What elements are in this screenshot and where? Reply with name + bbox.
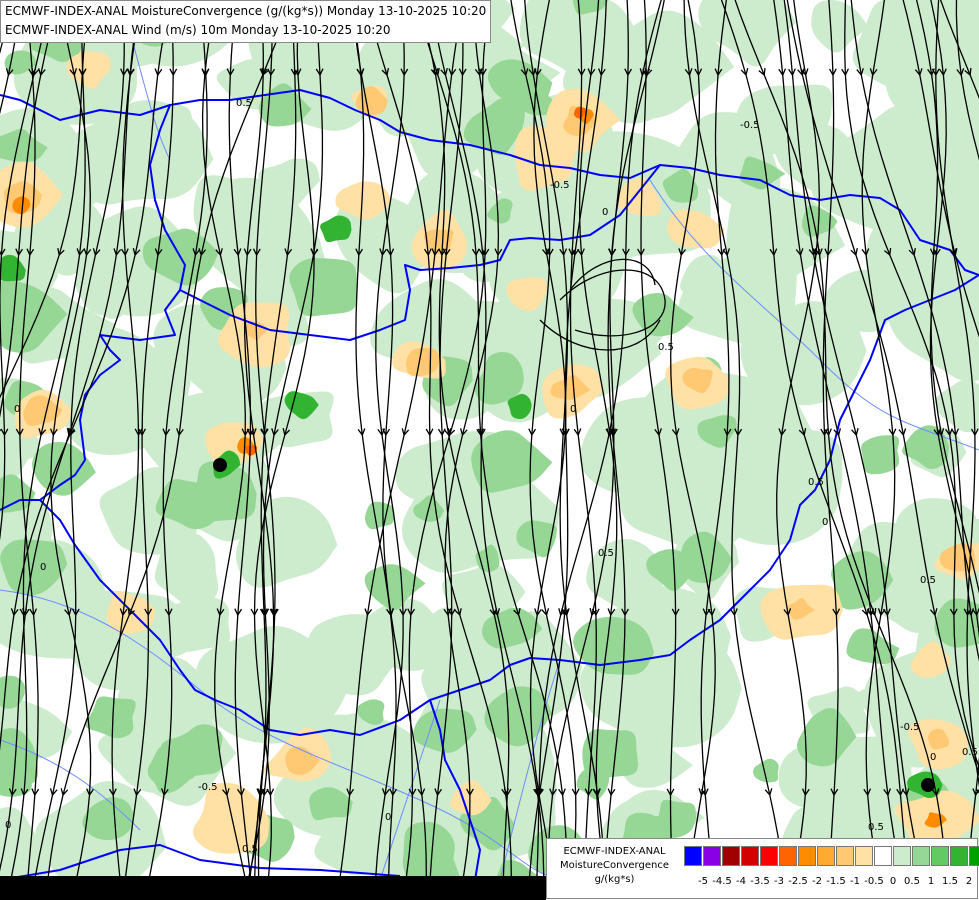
convergence-core [213,458,227,472]
legend-tick-label: -1 [850,876,860,887]
legend-name: ECMWF-INDEX-ANAL MoistureConvergence g/(… [547,845,682,887]
legend-swatch [798,846,816,866]
legend-swatch [912,846,930,866]
bottom-strip [0,876,546,900]
legend-swatch [684,846,702,866]
contour-label: 0 [822,517,828,528]
contour-label: 0 [385,812,391,823]
legend-swatches [684,846,979,866]
legend-tick-label: -5 [698,876,708,887]
legend-tick-label: -4.5 [712,876,732,887]
contour-label: 0.5 [242,844,258,855]
contour-label: 0 [5,820,11,831]
contour-label: 0 [570,404,576,415]
contour-label: -0.5 [550,180,570,191]
contour-label: 0 [40,562,46,573]
legend-model-name: ECMWF-INDEX-ANAL [563,846,666,857]
legend-swatch [836,846,854,866]
legend-tick-label: 2 [965,876,973,887]
legend-tick-label: -4 [736,876,746,887]
convergence-area [289,258,358,317]
legend-parameter-name: MoistureConvergence [560,860,669,871]
moisture-convergence-map: 0 0.5 -0.5 0 0.5 0 -0.5 0.5 0 0.5 0 -0.5 0.5 0 0.5 0 0.5… [0,0,979,900]
legend-swatch [817,846,835,866]
legend-tick-label: 0 [889,876,897,887]
legend-tick-label: -3 [774,876,784,887]
contour-label: 0 [930,752,936,763]
contour-label: 0.5 [868,822,884,833]
legend-swatch [893,846,911,866]
contour-label: 0.5 [236,98,252,109]
legend-tick-label: -1.5 [826,876,846,887]
legend-swatch [760,846,778,866]
title-moisture-convergence: ECMWF-INDEX-ANAL MoistureConvergence (g/… [5,4,487,18]
legend-swatch [722,846,740,866]
legend-swatch [855,846,873,866]
legend-swatch [969,846,979,866]
contour-label: -0.5 [198,782,218,793]
legend-tick-label: -0.5 [864,876,884,887]
legend-tick-label: 0.5 [904,876,920,887]
contour-label: 0.5 [962,747,978,758]
legend-units: g/(kg*s) [594,874,635,885]
legend-tick-label: 1.5 [942,876,958,887]
legend-swatch [950,846,968,866]
legend-swatch [703,846,721,866]
contour-label: 0.5 [808,477,824,488]
legend-swatch [741,846,759,866]
contour-label: 0.5 [598,548,614,559]
contour-label: 0.5 [920,575,936,586]
contour-label: 0 [602,207,608,218]
legend-tick-label: -2 [812,876,822,887]
title-wind: ECMWF-INDEX-ANAL Wind (m/s) 10m Monday 1… [5,23,391,37]
contour-label: 0 [14,404,20,415]
color-legend: ECMWF-INDEX-ANAL MoistureConvergence g/(… [546,838,979,899]
legend-ticks: -5 -4.5 -4 -3.5 -3 -2.5 -2 -1.5 -1 -0.5 0 0.5 1 1.5 2 [684,875,976,889]
map-title-box: ECMWF-INDEX-ANAL MoistureConvergence (g/… [0,0,492,43]
legend-swatch [874,846,892,866]
legend-swatch [931,846,949,866]
contour-label: -0.5 [740,120,760,131]
legend-tick-label: -2.5 [788,876,808,887]
legend-swatch [779,846,797,866]
contour-label: -0.5 [900,722,920,733]
legend-tick-label: -3.5 [750,876,770,887]
legend-tick-label: 1 [927,876,935,887]
contour-label: 0.5 [658,342,674,353]
